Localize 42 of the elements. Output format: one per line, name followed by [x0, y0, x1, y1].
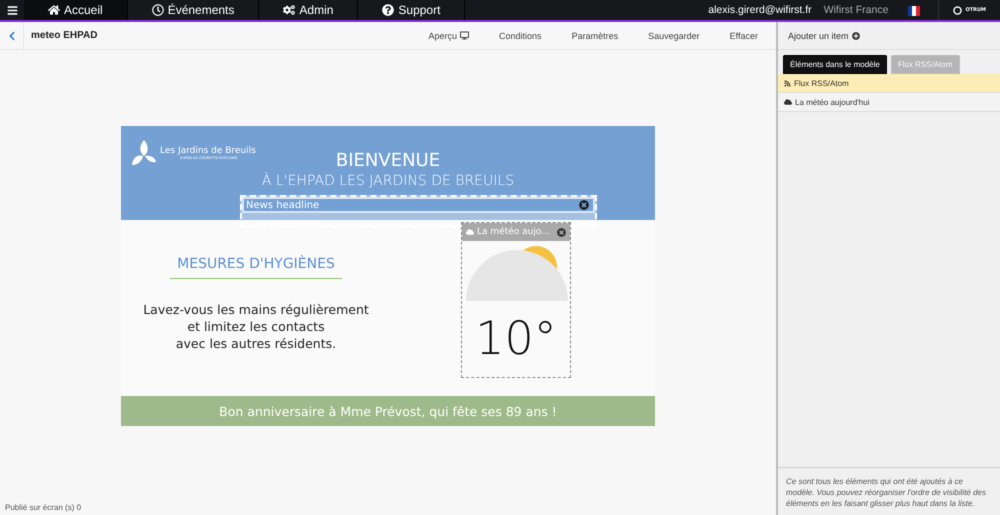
toolbar-link[interactable]: Effacer — [730, 30, 758, 40]
page-title: meteo EHPAD — [31, 30, 98, 41]
home-icon — [48, 4, 60, 16]
body-text: Lavez-vous les mains régulièrement — [143, 301, 369, 318]
news-headline: News headline — [246, 200, 320, 210]
cloud-icon — [784, 98, 792, 106]
toolbar-link[interactable]: Sauvegarder — [648, 30, 700, 40]
cloud-icon — [466, 228, 474, 236]
panel-tab[interactable]: Éléments dans le modèle — [783, 55, 887, 74]
temperature: 10° — [475, 311, 557, 365]
close-icon[interactable] — [579, 200, 589, 210]
toolbar-link[interactable]: Aperçu — [428, 30, 470, 40]
slide-subtitle: À L'EHPAD LES JARDINS DE BREUILS — [262, 173, 514, 189]
weather-widget[interactable]: La météo aujo... 10° — [461, 222, 571, 378]
list-item[interactable]: Flux RSS/Atom — [778, 74, 1000, 93]
add-item-button[interactable]: Ajouter un item — [778, 22, 1000, 50]
clock-icon — [152, 4, 164, 16]
nav-tab[interactable]: Accueil — [24, 0, 128, 20]
flag-icon[interactable] — [908, 6, 920, 16]
help-icon — [382, 4, 394, 16]
add-icon — [852, 32, 860, 40]
rss-icon — [784, 80, 791, 86]
leaf-logo-icon — [131, 138, 157, 168]
toolbar-link[interactable]: Conditions — [499, 30, 542, 40]
status-text: Publié sur écran (s) 0 — [5, 503, 82, 512]
organization-name[interactable]: Wifirst France — [818, 0, 894, 20]
nav-tab[interactable]: Événements — [128, 0, 260, 20]
help-text: Ce sont tous les éléments qui ont été ajoutés à ce modèle. Vous pouvez réorganiser l'ordre de visibilité des éléments en les faisant glisser plus haut dans la liste. — [778, 467, 1000, 515]
brand-name: Les Jardins de Breuils — [160, 146, 256, 156]
toolbar-link[interactable]: Paramètres — [572, 30, 618, 40]
footer-banner: Bon anniversaire à Mme Prévost, qui fête ses 89 ans ! — [121, 396, 655, 426]
body-text: avec les autres résidents. — [174, 335, 338, 352]
user-email[interactable]: alexis.girerd@wifirst.fr — [702, 0, 818, 20]
slide-title: BIENVENUE — [336, 150, 440, 171]
back-icon — [6, 30, 16, 40]
monitor-icon — [460, 31, 470, 40]
section-heading: MESURES D'HYGIÈNES — [170, 256, 342, 279]
add-item-label: Ajouter un item — [788, 30, 849, 40]
body-text: et limitez les contacts — [186, 318, 326, 335]
close-icon[interactable] — [557, 228, 566, 236]
gears-icon — [283, 4, 296, 16]
widget-title: La météo aujo... — [477, 227, 550, 237]
